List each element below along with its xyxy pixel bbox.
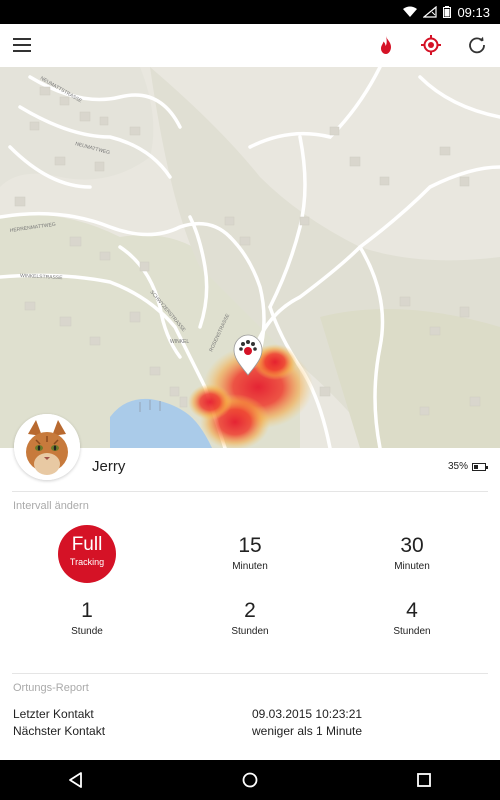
interval-option-15-minutes[interactable]: 15 Minuten [190, 534, 310, 572]
interval-option-30-minutes[interactable]: 30 Minuten [352, 534, 472, 572]
status-icons: 09:13 [403, 0, 490, 24]
interval-unit: Minuten [232, 561, 268, 572]
interval-options: Full Tracking 15 Minuten 30 Minuten 1 St… [0, 520, 500, 650]
divider [12, 491, 488, 492]
interval-value: 4 [406, 599, 418, 622]
interval-unit: Stunde [71, 626, 103, 637]
cat-photo [14, 414, 80, 480]
refresh-icon[interactable] [466, 34, 488, 56]
interval-section-label: Intervall ändern [13, 500, 89, 512]
home-icon[interactable] [240, 770, 260, 790]
interval-value: 15 [238, 534, 262, 557]
app-bar [0, 24, 500, 67]
full-tracking-line1: Full [71, 534, 103, 555]
interval-option-2-hours[interactable]: 2 Stunden [190, 599, 310, 637]
no-signal-icon [423, 6, 438, 18]
status-time: 09:13 [457, 4, 490, 20]
battery-percent: 35% [447, 461, 468, 472]
interval-unit: Stunden [231, 626, 269, 637]
full-tracking-line2: Tracking [69, 557, 105, 567]
recents-icon[interactable] [414, 770, 434, 790]
report-section-label: Ortungs-Report [13, 682, 89, 694]
interval-option-full-tracking[interactable]: Full Tracking [58, 525, 116, 583]
interval-option-1-hour[interactable]: 1 Stunde [27, 599, 147, 637]
battery-icon [443, 6, 452, 18]
status-bar: 09:13 [0, 0, 500, 24]
interval-unit: Stunden [393, 626, 431, 637]
interval-option-4-hours[interactable]: 4 Stunden [352, 599, 472, 637]
back-icon[interactable] [66, 770, 86, 790]
heatmap-flame-icon[interactable] [375, 34, 397, 56]
map-label-winkel: WINKEL [170, 339, 189, 345]
map-view[interactable]: NEUMATTSTRASSE NEUMATTWEG HERRENMATTWEG … [0, 67, 500, 448]
pet-battery: 35% [447, 461, 488, 472]
locate-target-icon[interactable] [420, 34, 442, 56]
report-value-next-contact: weniger als 1 Minute [252, 724, 363, 738]
battery-icon [472, 462, 488, 471]
divider [12, 673, 488, 674]
report-label-next-contact: Nächster Kontakt [13, 724, 106, 738]
system-nav-bar [0, 760, 500, 800]
interval-unit: Minuten [394, 561, 430, 572]
wifi-icon [403, 6, 418, 17]
pet-name: Jerry [92, 458, 126, 475]
pet-avatar[interactable] [14, 414, 80, 480]
report-value-last-contact: 09.03.2015 10:23:21 [252, 707, 363, 721]
map-canvas: NEUMATTSTRASSE NEUMATTWEG HERRENMATTWEG … [0, 67, 500, 448]
interval-value: 1 [81, 599, 93, 622]
menu-icon[interactable] [13, 38, 31, 52]
interval-value: 2 [244, 599, 256, 622]
report-label-last-contact: Letzter Kontakt [13, 707, 94, 721]
interval-value: 30 [400, 534, 424, 557]
